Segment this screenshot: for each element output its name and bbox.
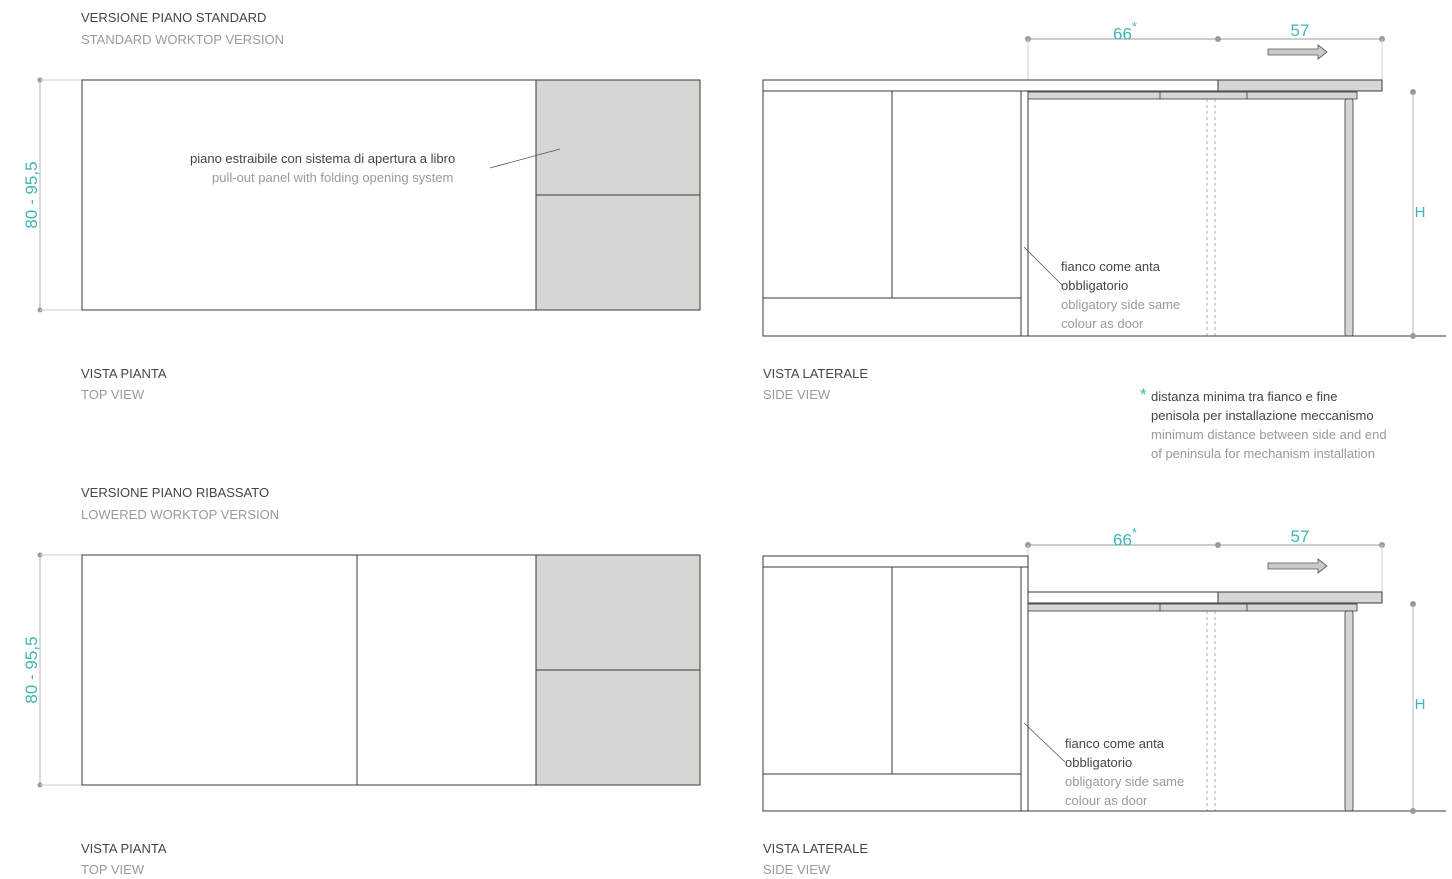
footnote-en-2: of peninsula for mechanism installation xyxy=(1151,446,1376,461)
lowered-dim-57: 57 xyxy=(1290,527,1310,546)
standard-dim-h: H xyxy=(1414,204,1426,221)
standard-side-view-it: VISTA LATERALE xyxy=(763,366,869,381)
footnote-en-1: minimum distance between side and end xyxy=(1151,427,1387,442)
lowered-side-note-en-1: obligatory side same xyxy=(1065,774,1185,789)
standard-side-view-en: SIDE VIEW xyxy=(763,387,831,402)
standard-top-view xyxy=(37,77,701,313)
standard-height-dimension: 80 - 95,5 xyxy=(22,161,41,229)
lowered-top-view-it: VISTA PIANTA xyxy=(81,841,167,856)
pullout-panel-top xyxy=(535,79,701,196)
pullout-panel-bottom xyxy=(535,194,701,311)
lowered-side-view-it: VISTA LATERALE xyxy=(763,841,869,856)
standard-top-view-it: VISTA PIANTA xyxy=(81,366,167,381)
lowered-side-note-en-2: colour as door xyxy=(1065,793,1148,808)
panel-label-en: pull-out panel with folding opening syst… xyxy=(212,170,454,185)
standard-top-view-en: TOP VIEW xyxy=(81,387,145,402)
lowered-side-note-it-1: fianco come anta xyxy=(1065,736,1165,751)
standard-side-note-en-1: obligatory side same xyxy=(1061,297,1181,312)
lowered-title-it: VERSIONE PIANO RIBASSATO xyxy=(81,485,270,500)
footnote-asterisk: * xyxy=(1140,385,1147,404)
lowered-dim-66: 66* xyxy=(1113,525,1137,550)
lowered-height-dimension: 80 - 95,5 xyxy=(22,636,41,704)
panel-label-it: piano estraibile con sistema di apertura… xyxy=(190,151,456,166)
standard-side-note-en-2: colour as door xyxy=(1061,316,1144,331)
standard-dim-66: 66* xyxy=(1113,19,1137,44)
standard-side-note-it-2: obbligatorio xyxy=(1061,278,1129,293)
arrow-right-icon xyxy=(1267,44,1328,60)
footnote-it-1: distanza minima tra fianco e fine xyxy=(1151,389,1338,404)
lowered-side-note-it-2: obbligatorio xyxy=(1065,755,1133,770)
lowered-top-view xyxy=(37,552,701,788)
standard-title-it: VERSIONE PIANO STANDARD xyxy=(81,10,267,25)
footnote-it-2: penisola per installazione meccanismo xyxy=(1151,408,1374,423)
standard-dim-57: 57 xyxy=(1290,21,1310,40)
arrow-right-icon xyxy=(1267,558,1328,574)
lowered-title-en: LOWERED WORKTOP VERSION xyxy=(81,507,280,522)
standard-side-note-it-1: fianco come anta xyxy=(1061,259,1161,274)
lowered-dim-h: H xyxy=(1414,696,1426,713)
lowered-side-view-en: SIDE VIEW xyxy=(763,862,831,877)
lowered-top-view-en: TOP VIEW xyxy=(81,862,145,877)
standard-title-en: STANDARD WORKTOP VERSION xyxy=(81,32,284,47)
